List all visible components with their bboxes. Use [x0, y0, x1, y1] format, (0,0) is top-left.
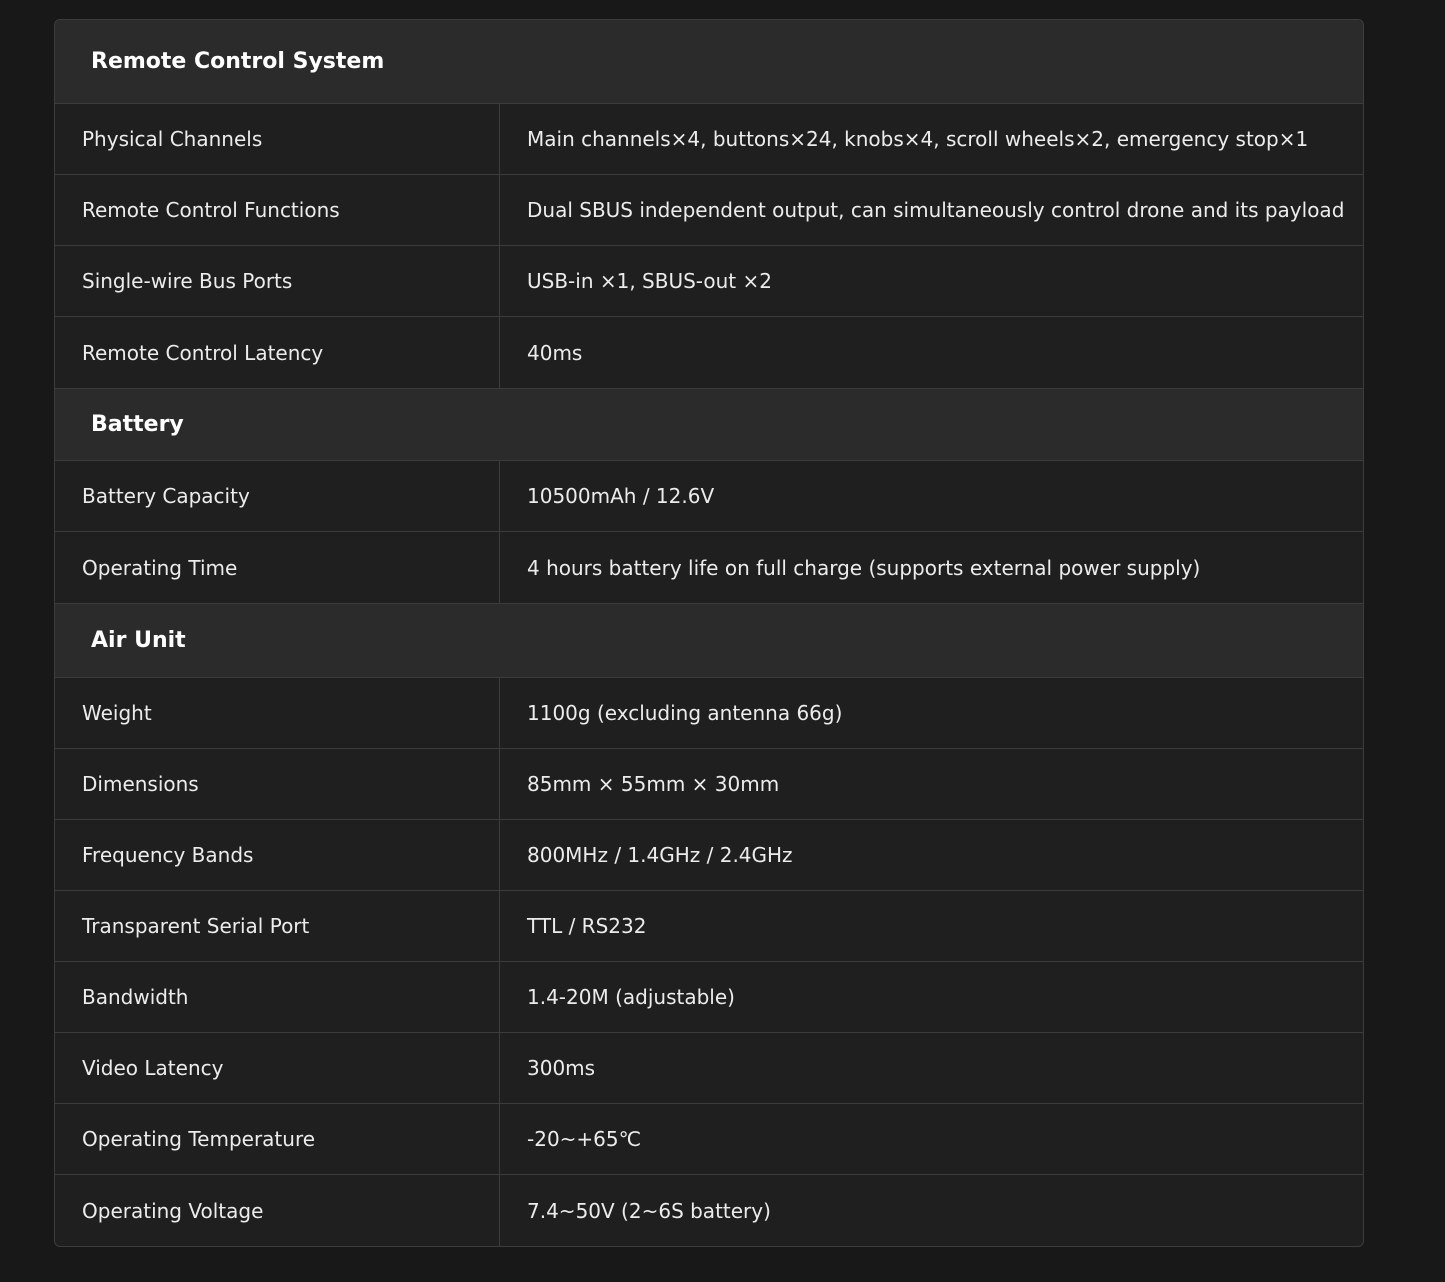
spec-label: Operating Time — [55, 532, 500, 603]
spec-value: 1.4-20M (adjustable) — [527, 985, 735, 1009]
table-row: Video Latency 300ms — [55, 1033, 1363, 1104]
spec-value: 4 hours battery life on full charge (sup… — [527, 555, 1201, 580]
spec-value: USB-in ×1, SBUS-out ×2 — [527, 269, 772, 293]
spec-label: Single-wire Bus Ports — [55, 246, 500, 316]
spec-label: Remote Control Functions — [55, 175, 500, 245]
spec-label: Physical Channels — [55, 104, 500, 174]
spec-value: 40ms — [527, 340, 583, 365]
spec-value: 300ms — [527, 1056, 596, 1080]
spec-value: 7.4~50V (2~6S battery) — [527, 1198, 771, 1223]
section-title: Battery — [91, 412, 184, 437]
table-row: Weight 1100g (excluding antenna 66g) — [55, 678, 1363, 749]
spec-value: Dual SBUS independent output, can simult… — [527, 198, 1345, 222]
section-header-air-unit: Air Unit — [55, 603, 1363, 678]
section-header-remote-control-system: Remote Control System — [55, 20, 1363, 104]
table-row: Transparent Serial Port TTL / RS232 — [55, 891, 1363, 962]
spec-label: Remote Control Latency — [55, 317, 500, 388]
spec-value: Main channels×4, buttons×24, knobs×4, sc… — [527, 127, 1309, 151]
spec-label: Frequency Bands — [55, 820, 500, 890]
table-row: Operating Temperature -20~+65℃ — [55, 1104, 1363, 1175]
spec-label: Battery Capacity — [55, 461, 500, 531]
table-row: Remote Control Functions Dual SBUS indep… — [55, 175, 1363, 246]
table-row: Operating Voltage 7.4~50V (2~6S battery) — [55, 1175, 1363, 1246]
spec-label: Operating Temperature — [55, 1104, 500, 1174]
spec-value: 1100g (excluding antenna 66g) — [527, 701, 843, 725]
spec-label: Bandwidth — [55, 962, 500, 1032]
spec-label: Operating Voltage — [55, 1175, 500, 1246]
spec-value: -20~+65℃ — [527, 1127, 642, 1151]
table-row: Dimensions 85mm × 55mm × 30mm — [55, 749, 1363, 820]
spec-label: Video Latency — [55, 1033, 500, 1103]
spec-label: Weight — [55, 678, 500, 748]
spec-value: 85mm × 55mm × 30mm — [527, 772, 780, 796]
table-row: Bandwidth 1.4-20M (adjustable) — [55, 962, 1363, 1033]
table-row: Physical Channels Main channels×4, butto… — [55, 104, 1363, 175]
spec-value: 800MHz / 1.4GHz / 2.4GHz — [527, 843, 793, 867]
spec-label: Transparent Serial Port — [55, 891, 500, 961]
table-row: Frequency Bands 800MHz / 1.4GHz / 2.4GHz — [55, 820, 1363, 891]
spec-value: TTL / RS232 — [527, 914, 647, 938]
spec-table: Remote Control System Physical Channels … — [54, 19, 1364, 1247]
table-row: Operating Time 4 hours battery life on f… — [55, 532, 1363, 603]
section-title: Air Unit — [91, 628, 186, 653]
table-row: Remote Control Latency 40ms — [55, 317, 1363, 388]
section-title: Remote Control System — [91, 49, 385, 74]
spec-label: Dimensions — [55, 749, 500, 819]
spec-value: 10500mAh / 12.6V — [527, 484, 715, 508]
table-row: Battery Capacity 10500mAh / 12.6V — [55, 461, 1363, 532]
section-header-battery: Battery — [55, 388, 1363, 461]
table-row: Single-wire Bus Ports USB-in ×1, SBUS-ou… — [55, 246, 1363, 317]
